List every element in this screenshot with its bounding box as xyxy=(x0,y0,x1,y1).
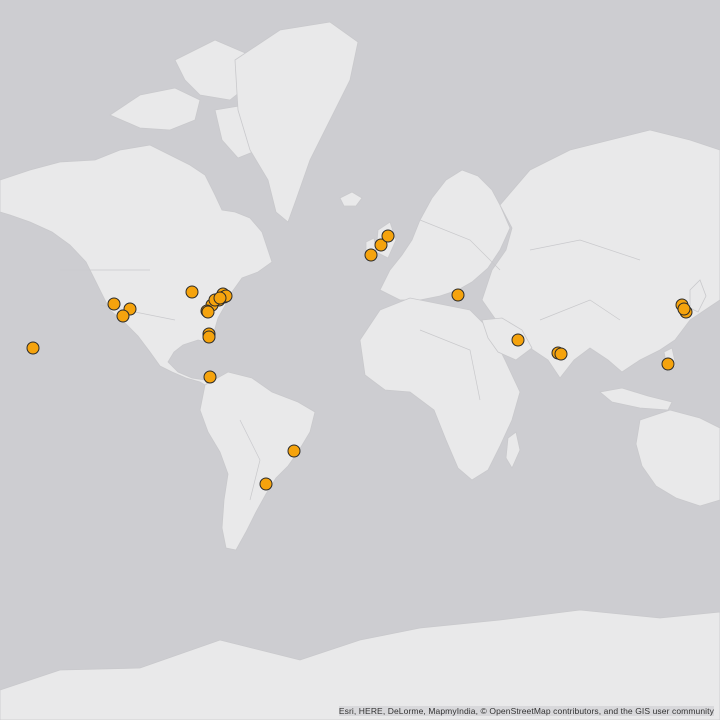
map-marker[interactable] xyxy=(677,302,691,316)
map-marker[interactable] xyxy=(213,291,227,305)
marker-layer xyxy=(26,229,693,491)
map-marker[interactable] xyxy=(26,341,40,355)
map-marker[interactable] xyxy=(661,357,675,371)
map-marker[interactable] xyxy=(202,330,216,344)
map-marker[interactable] xyxy=(116,309,130,323)
map-marker[interactable] xyxy=(554,347,568,361)
map-marker[interactable] xyxy=(201,305,215,319)
map-marker[interactable] xyxy=(364,248,378,262)
map-marker[interactable] xyxy=(451,288,465,302)
map-marker[interactable] xyxy=(511,333,525,347)
map-marker[interactable] xyxy=(107,297,121,311)
map-marker[interactable] xyxy=(287,444,301,458)
world-map[interactable]: Esri, HERE, DeLorme, MapmyIndia, © OpenS… xyxy=(0,0,720,720)
map-attribution: Esri, HERE, DeLorme, MapmyIndia, © OpenS… xyxy=(338,706,714,716)
map-marker[interactable] xyxy=(259,477,273,491)
map-marker[interactable] xyxy=(381,229,395,243)
map-marker[interactable] xyxy=(185,285,199,299)
map-marker[interactable] xyxy=(203,370,217,384)
